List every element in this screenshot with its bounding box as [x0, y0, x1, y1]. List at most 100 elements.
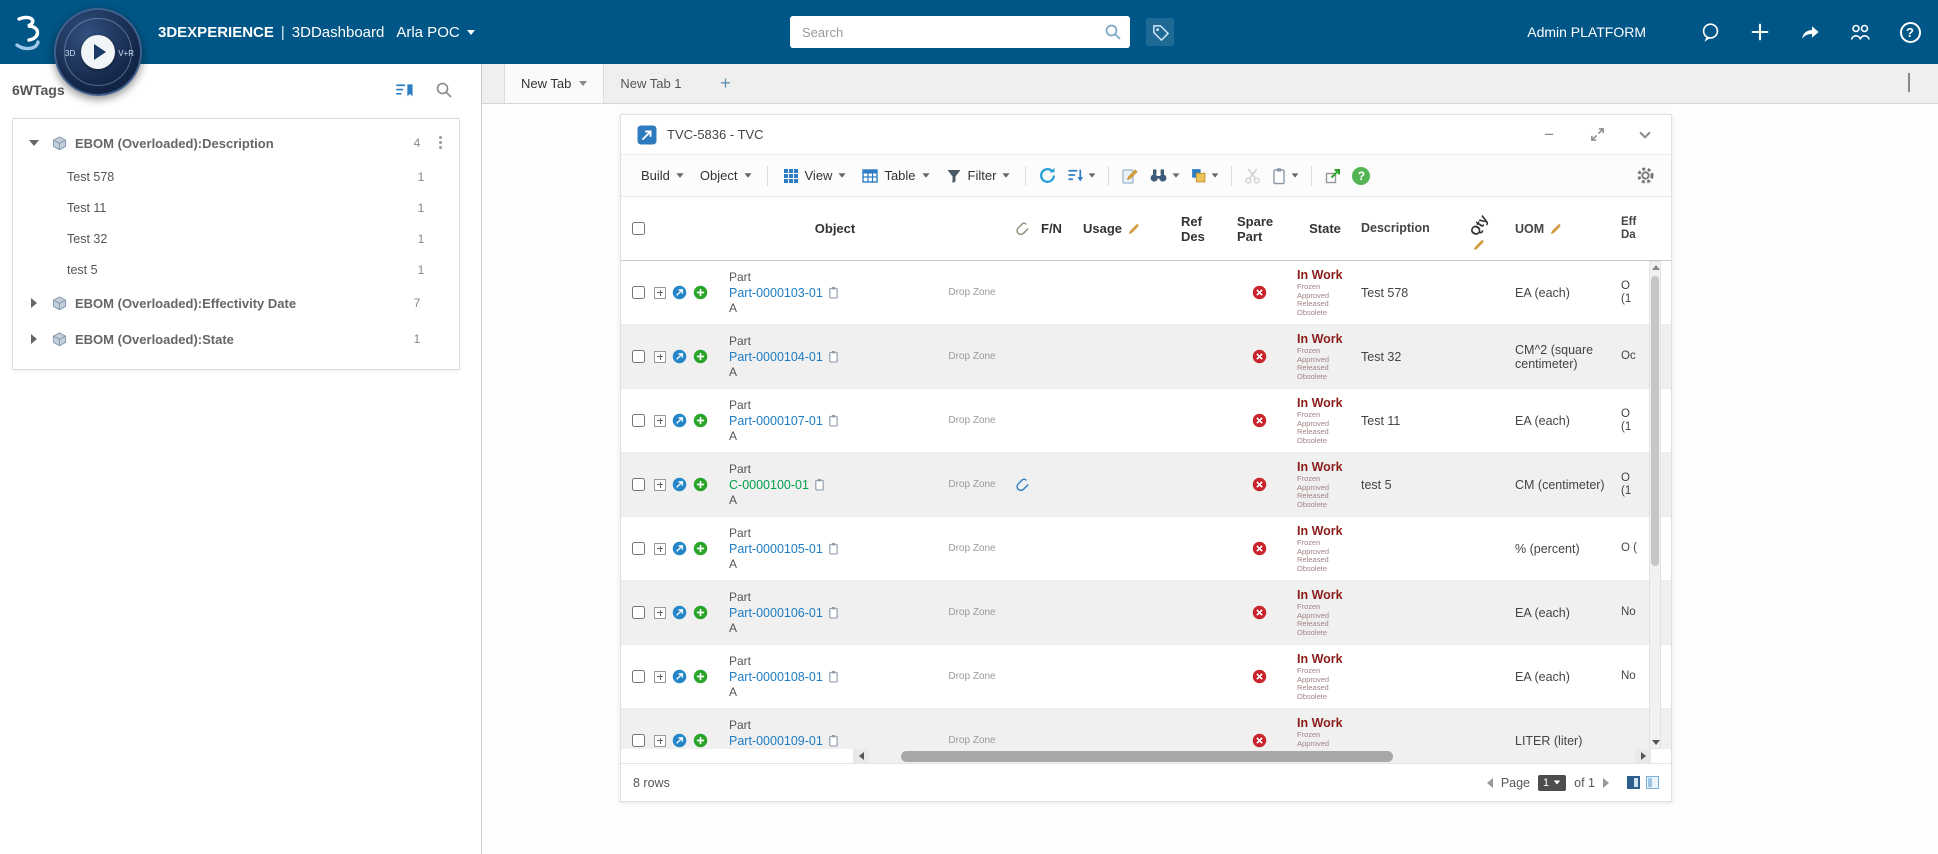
expand-triangle-icon[interactable]	[31, 298, 37, 308]
add-child-icon[interactable]	[693, 733, 708, 748]
drop-zone[interactable]: Drop Zone	[941, 709, 1003, 749]
page-select[interactable]: 1	[1538, 775, 1566, 791]
usage-cell[interactable]	[1083, 709, 1173, 749]
object-menu[interactable]: Object	[692, 163, 760, 188]
navigate-icon[interactable]	[672, 669, 687, 684]
help-button[interactable]: ?	[1347, 162, 1375, 190]
usage-cell[interactable]	[1083, 453, 1173, 516]
expand-row-icon[interactable]	[654, 287, 666, 299]
tag-item[interactable]: Test 32 1	[13, 223, 459, 254]
tag-group-effectivity[interactable]: EBOM (Overloaded):Effectivity Date 7	[13, 285, 459, 321]
expand-row-icon[interactable]	[654, 415, 666, 427]
view-menu[interactable]: View	[775, 163, 855, 189]
scroll-left-button[interactable]	[853, 749, 869, 763]
usage-cell[interactable]	[1083, 389, 1173, 452]
row-checkbox[interactable]	[632, 350, 645, 363]
usage-cell[interactable]	[1083, 325, 1173, 388]
split-view-toggle[interactable]	[1646, 776, 1659, 789]
edit-button[interactable]	[1116, 162, 1144, 190]
part-link[interactable]: Part-0000104-01	[729, 349, 823, 365]
dashboard-selector[interactable]: Arla POC	[396, 24, 474, 41]
drop-zone[interactable]: Drop Zone	[941, 453, 1003, 516]
col-fn[interactable]: F/N	[1041, 197, 1083, 260]
compass-center[interactable]	[81, 35, 115, 69]
filter-menu[interactable]: Filter	[938, 163, 1019, 189]
qty-cell[interactable]	[1457, 581, 1507, 644]
share-icon[interactable]	[1798, 20, 1822, 44]
add-child-icon[interactable]	[693, 541, 708, 556]
tag-item[interactable]: Test 11 1	[13, 192, 459, 223]
col-ref-des[interactable]: Ref Des	[1173, 197, 1229, 260]
qty-cell[interactable]	[1457, 325, 1507, 388]
expand-triangle-icon[interactable]	[31, 334, 37, 344]
add-child-icon[interactable]	[693, 413, 708, 428]
clipboard-button[interactable]	[1266, 162, 1304, 190]
table-row[interactable]: Part Part-0000109-01 A Drop Zone	[621, 709, 1671, 749]
filter-tags-icon[interactable]	[394, 80, 414, 100]
vertical-scrollbar[interactable]	[1649, 261, 1661, 749]
qty-cell[interactable]	[1457, 517, 1507, 580]
row-checkbox[interactable]	[632, 286, 645, 299]
navigate-icon[interactable]	[672, 349, 687, 364]
widget-menu-button[interactable]	[1641, 129, 1649, 140]
tag-item[interactable]: Test 578 1	[13, 161, 459, 192]
part-link[interactable]: Part-0000107-01	[729, 413, 823, 429]
drop-zone[interactable]: Drop Zone	[941, 261, 1003, 324]
horizontal-scrollbar[interactable]	[621, 749, 1671, 763]
tag-group-description[interactable]: EBOM (Overloaded):Description 4	[13, 125, 459, 161]
export-button[interactable]	[1319, 162, 1347, 190]
vertical-scroll-thumb[interactable]	[1651, 276, 1659, 566]
table-row[interactable]: Part Part-0000104-01 A Drop Zone	[621, 325, 1671, 389]
kebab-menu-icon[interactable]	[431, 135, 449, 151]
expand-row-icon[interactable]	[654, 543, 666, 555]
navigate-icon[interactable]	[672, 477, 687, 492]
part-link[interactable]: Part-0000105-01	[729, 541, 823, 557]
user-name[interactable]: Admin PLATFORM	[1527, 24, 1646, 40]
usage-cell[interactable]	[1083, 261, 1173, 324]
expand-row-icon[interactable]	[654, 671, 666, 683]
navigate-icon[interactable]	[672, 413, 687, 428]
drop-zone[interactable]: Drop Zone	[941, 581, 1003, 644]
qty-cell[interactable]	[1457, 645, 1507, 708]
collapse-tabs-button[interactable]	[1908, 75, 1910, 93]
settings-button[interactable]	[1636, 166, 1659, 185]
col-qty[interactable]: Qty	[1457, 197, 1507, 260]
row-checkbox[interactable]	[632, 606, 645, 619]
tag-icon[interactable]	[1146, 18, 1174, 46]
table-row[interactable]: Part Part-0000107-01 A Drop Zone	[621, 389, 1671, 453]
usage-cell[interactable]	[1083, 517, 1173, 580]
expand-row-icon[interactable]	[654, 735, 666, 747]
table-row[interactable]: Part Part-0000105-01 A Drop Zone	[621, 517, 1671, 581]
cut-button[interactable]	[1239, 162, 1266, 189]
copy-clipboard-icon[interactable]	[828, 734, 839, 747]
drop-zone[interactable]: Drop Zone	[941, 517, 1003, 580]
table-row[interactable]: Part Part-0000106-01 A Drop Zone	[621, 581, 1671, 645]
expand-row-icon[interactable]	[654, 479, 666, 491]
usage-cell[interactable]	[1083, 581, 1173, 644]
full-view-toggle[interactable]	[1627, 776, 1640, 789]
navigate-icon[interactable]	[672, 605, 687, 620]
table-row[interactable]: Part Part-0000108-01 A Drop Zone	[621, 645, 1671, 709]
navigate-icon[interactable]	[672, 285, 687, 300]
find-button[interactable]	[1144, 162, 1185, 189]
scroll-down-arrow[interactable]	[1652, 740, 1660, 745]
navigate-icon[interactable]	[672, 541, 687, 556]
copy-clipboard-icon[interactable]	[828, 350, 839, 363]
expand-row-icon[interactable]	[654, 351, 666, 363]
qty-cell[interactable]	[1457, 709, 1507, 749]
part-link[interactable]: Part-0000106-01	[729, 605, 823, 621]
expand-row-icon[interactable]	[654, 607, 666, 619]
qty-cell[interactable]	[1457, 389, 1507, 452]
layers-button[interactable]	[1185, 162, 1224, 189]
scroll-right-button[interactable]	[1635, 749, 1651, 763]
col-description[interactable]: Description	[1353, 197, 1457, 260]
copy-clipboard-icon[interactable]	[828, 414, 839, 427]
add-child-icon[interactable]	[693, 669, 708, 684]
compass[interactable]: 3D V+R	[54, 8, 142, 96]
help-icon[interactable]: ?	[1898, 20, 1922, 44]
part-link[interactable]: Part-0000108-01	[729, 669, 823, 685]
add-content-icon[interactable]	[1748, 20, 1772, 44]
collapse-triangle-icon[interactable]	[29, 140, 39, 146]
qty-cell[interactable]	[1457, 261, 1507, 324]
sort-button[interactable]	[1062, 162, 1101, 189]
